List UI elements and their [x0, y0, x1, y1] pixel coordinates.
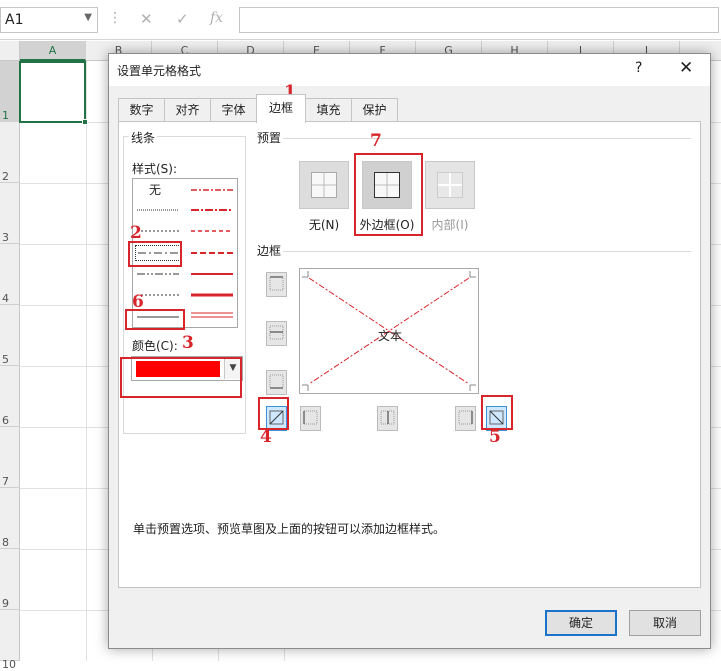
border-inside-horizontal-button[interactable] [266, 321, 287, 346]
border-inside-vertical-icon [380, 410, 395, 425]
border-preview[interactable]: 文本 [299, 268, 479, 394]
annotation-box-4 [258, 397, 289, 430]
row-header-5[interactable]: 5 [0, 305, 20, 366]
row-header-8[interactable]: 8 [0, 488, 20, 549]
row-header-9[interactable]: 9 [0, 549, 20, 610]
border-bottom-icon [269, 374, 284, 389]
preview-text: 文本 [378, 329, 403, 343]
dialog-title: 设置单元格格式 [117, 64, 202, 78]
preset-none-label: 无(N) [308, 218, 340, 232]
border-left-button[interactable] [300, 406, 321, 431]
name-box[interactable]: A1 ▼ [0, 7, 98, 33]
row-header-6[interactable]: 6 [0, 366, 20, 427]
row-header-10[interactable]: 10 [0, 610, 20, 671]
tab-font[interactable]: 字体 [210, 98, 257, 122]
function-icon[interactable]: fx [210, 10, 223, 26]
tab-alignment[interactable]: 对齐 [164, 98, 211, 122]
border-inside-vertical-button[interactable] [377, 406, 398, 431]
annotation-7: 7 [370, 131, 382, 151]
annotation-box-7 [354, 153, 423, 236]
border-inside-horizontal-icon [269, 325, 284, 340]
help-button[interactable]: ? [635, 60, 642, 76]
chevron-down-icon[interactable]: ▼ [84, 12, 92, 23]
border-right-icon [458, 410, 473, 425]
dialog-titlebar[interactable]: 设置单元格格式 ? ✕ [109, 54, 710, 86]
tab-number[interactable]: 数字 [118, 98, 165, 122]
format-cells-dialog: 设置单元格格式 ? ✕ 数字 对齐 字体 边框 填充 保护 线条 样式(S): … [108, 53, 711, 649]
formula-bar: A1 ▼ ⋮ ✕ ✓ fx [0, 0, 721, 40]
more-icon: ⋮ [108, 10, 122, 26]
border-top-button[interactable] [266, 272, 287, 297]
row-header-2[interactable]: 2 [0, 122, 20, 183]
divider [283, 138, 691, 139]
annotation-6: 6 [132, 292, 144, 312]
hint-text: 单击预置选项、预览草图及上面的按钮可以添加边框样式。 [133, 522, 446, 536]
preset-inside-icon [437, 172, 463, 198]
preset-inside-button[interactable] [425, 161, 475, 209]
divider [283, 251, 691, 252]
border-group-title: 边框 [255, 242, 284, 259]
preset-none-icon [311, 172, 337, 198]
border-bottom-button[interactable] [266, 370, 287, 395]
color-label: 颜色(C): [132, 339, 178, 353]
fill-handle[interactable] [82, 119, 88, 125]
annotation-5: 5 [489, 427, 501, 447]
name-box-value: A1 [5, 12, 24, 28]
enter-icon[interactable]: ✓ [176, 10, 189, 28]
annotation-3: 3 [182, 333, 194, 353]
border-left-icon [303, 410, 318, 425]
annotation-box-5 [481, 395, 513, 430]
annotation-2: 2 [130, 223, 142, 243]
tab-fill[interactable]: 填充 [305, 98, 352, 122]
presets-title: 预置 [255, 129, 284, 146]
formula-input[interactable] [239, 7, 719, 33]
border-top-icon [269, 276, 284, 291]
select-all-corner[interactable] [0, 41, 20, 61]
style-label: 样式(S): [132, 162, 178, 176]
ok-button[interactable]: 确定 [545, 610, 617, 636]
annotation-4: 4 [260, 427, 272, 447]
annotation-box-3 [120, 357, 242, 398]
row-header-7[interactable]: 7 [0, 427, 20, 488]
preset-none-button[interactable] [299, 161, 349, 209]
active-cell-a1[interactable] [19, 61, 88, 125]
line-group-title: 线条 [129, 129, 158, 146]
close-button[interactable]: ✕ [679, 58, 693, 78]
row-header-4[interactable]: 4 [0, 244, 20, 305]
tab-protection[interactable]: 保护 [351, 98, 398, 122]
column-header-a[interactable]: A [20, 41, 86, 61]
annotation-box-6 [125, 309, 185, 330]
cancel-button[interactable]: 取消 [629, 610, 701, 636]
annotation-box-2 [128, 241, 182, 267]
border-right-button[interactable] [455, 406, 476, 431]
gridline [86, 61, 87, 661]
row-header-1[interactable]: 1 [0, 61, 20, 122]
tab-border[interactable]: 边框 [256, 94, 306, 123]
preset-inside-label: 内部(I) [431, 218, 469, 232]
row-header-3[interactable]: 3 [0, 183, 20, 244]
cancel-icon[interactable]: ✕ [140, 10, 153, 28]
